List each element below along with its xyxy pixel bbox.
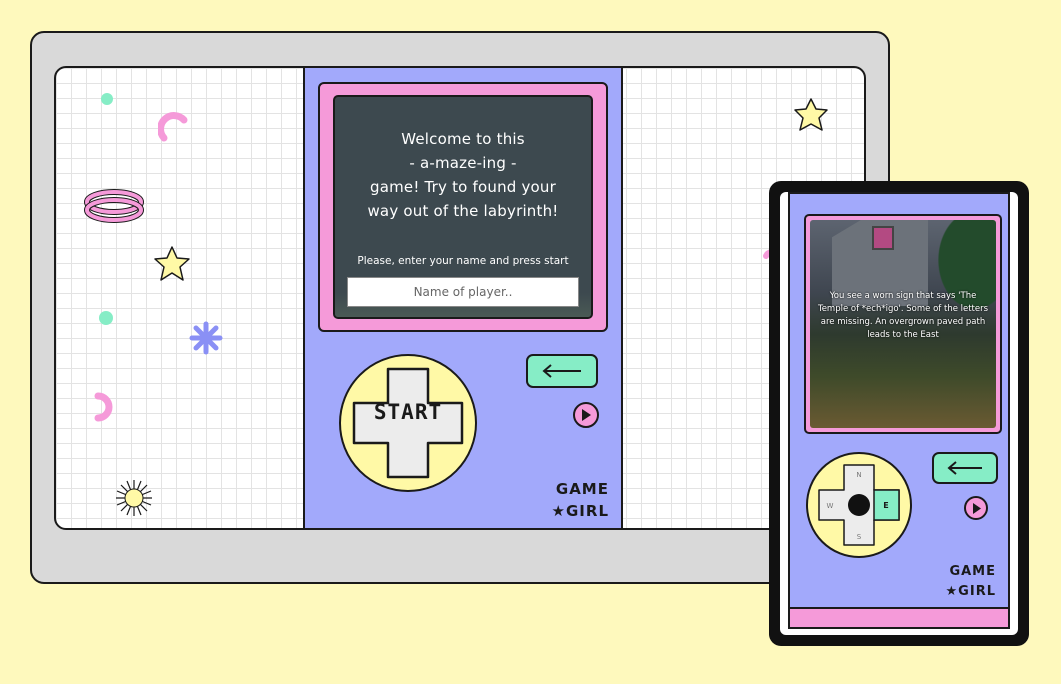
screen-frame: Welcome to this - a-maze-ing - game! Try… (318, 82, 608, 332)
dpad-cross-icon: N S W E (818, 464, 900, 546)
mint-dot-decoration (99, 311, 113, 325)
welcome-line: way out of the labyrinth! (367, 202, 559, 220)
play-button[interactable] (573, 402, 599, 428)
back-button[interactable] (526, 354, 598, 388)
start-dpad[interactable]: START (339, 354, 477, 492)
sun-burst-decoration (116, 480, 152, 516)
mobile-game-scene: You see a worn sign that says 'The Templ… (810, 220, 996, 428)
south-button[interactable]: S (857, 533, 862, 541)
north-button[interactable]: N (856, 471, 861, 479)
mobile-screen-frame: You see a worn sign that says 'The Templ… (804, 214, 1002, 434)
mobile-back-button[interactable] (932, 452, 998, 484)
mobile-play-button[interactable] (964, 496, 988, 520)
phone-screen: You see a worn sign that says 'The Templ… (780, 192, 1018, 635)
welcome-line: Welcome to this (401, 130, 525, 148)
mint-dot-decoration (101, 93, 113, 105)
scene-description: You see a worn sign that says 'The Templ… (817, 291, 989, 340)
laptop-screen: Welcome to this - a-maze-ing - game! Try… (54, 66, 866, 530)
pink-rings-decoration (84, 189, 144, 223)
east-button[interactable]: E (883, 501, 888, 510)
name-prompt: Please, enter your name and press start (357, 255, 569, 267)
pink-arc-decoration (158, 112, 188, 142)
phone-mockup: You see a worn sign that says 'The Templ… (769, 181, 1029, 646)
mobile-brand-logo: GAME ★GIRL (946, 562, 996, 602)
laptop-mockup: Welcome to this - a-maze-ing - game! Try… (30, 31, 890, 584)
welcome-line: - a-maze-ing - (409, 154, 517, 172)
brand-line: GAME (949, 564, 996, 579)
game-screen: Welcome to this - a-maze-ing - game! Try… (333, 95, 593, 319)
temple-window (872, 226, 894, 250)
brand-line: ★GIRL (551, 502, 609, 520)
yellow-star-decoration (794, 98, 828, 131)
player-name-input[interactable] (347, 277, 579, 307)
play-icon (972, 502, 981, 514)
brand-logo: GAME ★GIRL (552, 478, 609, 522)
play-icon (582, 409, 591, 421)
arrow-left-icon (542, 364, 581, 378)
game-console: Welcome to this - a-maze-ing - game! Try… (303, 68, 623, 528)
brand-line: GAME (555, 480, 609, 498)
start-button[interactable]: START (341, 400, 475, 424)
arrow-left-icon (947, 461, 982, 475)
blue-splat-decoration (189, 321, 223, 355)
yellow-star-decoration (154, 246, 190, 281)
brand-line: ★GIRL (945, 584, 996, 599)
west-button[interactable]: W (827, 502, 834, 510)
pink-arc-decoration (94, 392, 113, 422)
compass-dpad: N S W E (806, 452, 912, 558)
welcome-line: game! Try to found your (369, 178, 557, 196)
mobile-game-console: You see a worn sign that says 'The Templ… (788, 192, 1010, 629)
mobile-bottom-bar (788, 607, 1010, 629)
welcome-message: Welcome to this - a-maze-ing - game! Try… (335, 127, 591, 223)
